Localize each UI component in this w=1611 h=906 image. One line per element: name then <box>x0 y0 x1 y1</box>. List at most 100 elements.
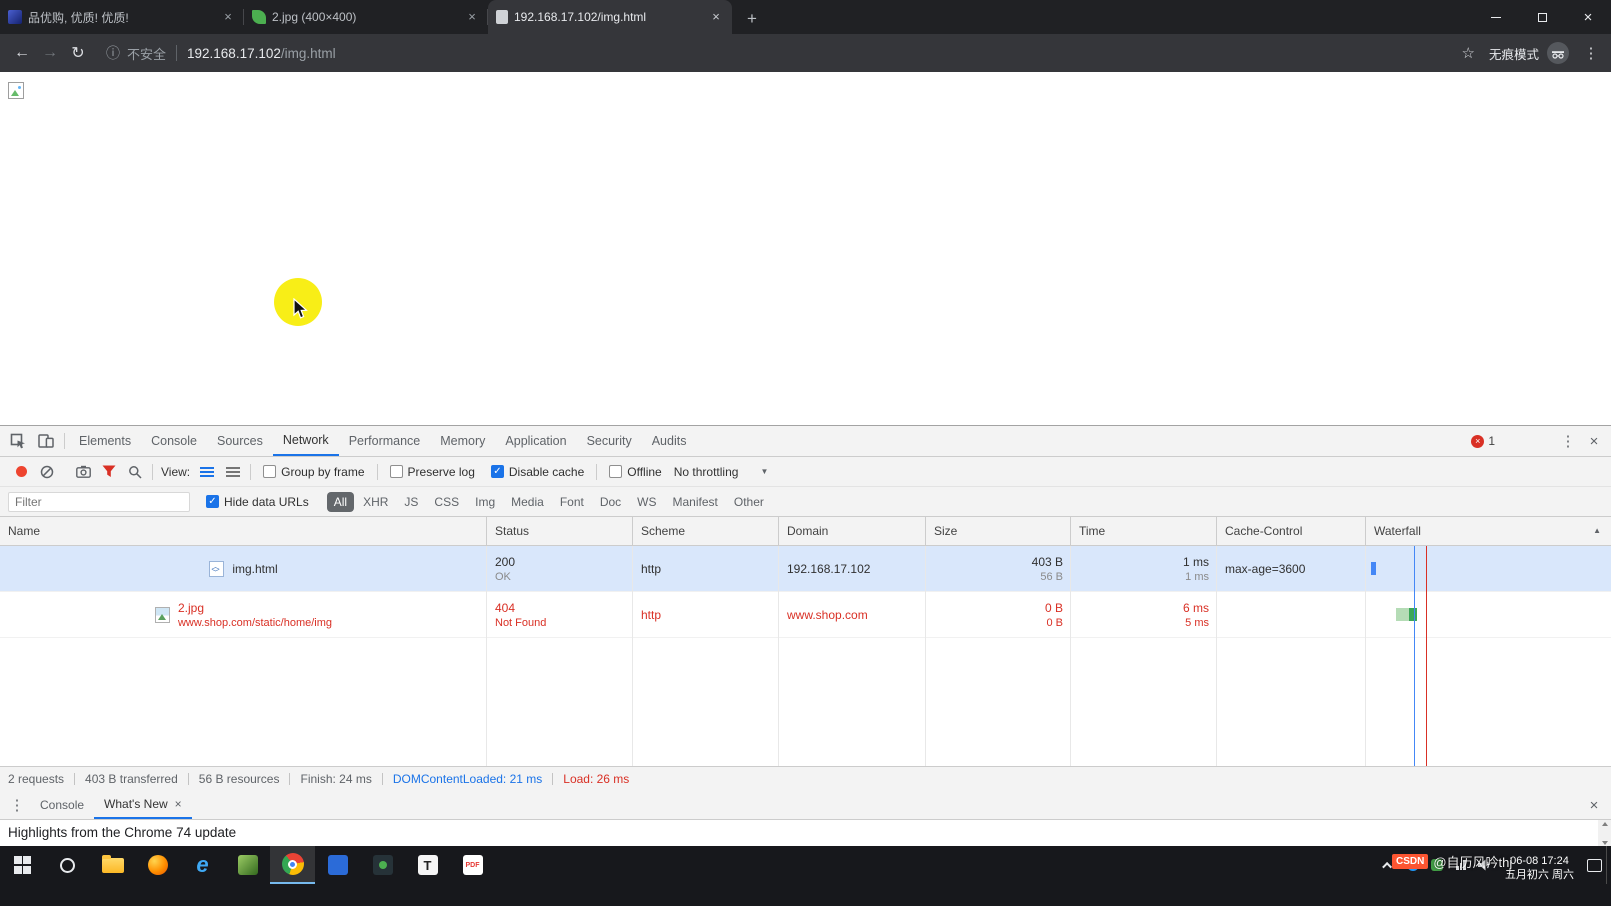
address-bar[interactable]: 192.168.17.102/img.html <box>187 46 336 61</box>
taskbar-chrome[interactable] <box>270 846 315 884</box>
tab-elements[interactable]: Elements <box>69 426 141 456</box>
back-button[interactable]: ← <box>8 39 36 67</box>
filter-pill-xhr[interactable]: XHR <box>356 492 395 512</box>
tab-console[interactable]: Console <box>141 426 207 456</box>
browser-toolbar: ← → ↻ ⓘ 不安全 192.168.17.102/img.html ☆ 无痕… <box>0 34 1611 72</box>
drawer-menu-button[interactable]: ⋮ <box>4 796 30 814</box>
checkbox-checked-icon: ✓ <box>206 495 219 508</box>
pdf-icon: PDF <box>463 855 483 875</box>
filter-pill-ws[interactable]: WS <box>630 492 663 512</box>
tab-sources[interactable]: Sources <box>207 426 273 456</box>
devtools-menu-button[interactable]: ⋮ <box>1555 432 1581 450</box>
checkbox-label: Disable cache <box>509 465 584 479</box>
taskbar-file-explorer[interactable] <box>90 846 135 884</box>
checkbox-label: Hide data URLs <box>224 495 309 509</box>
preserve-log-checkbox[interactable]: Preserve log <box>390 465 475 479</box>
browser-tab-pinyougou[interactable]: 品优购, 优质! 优质! × <box>0 0 244 34</box>
window-close-button[interactable]: × <box>1565 0 1611 34</box>
forward-button[interactable]: → <box>36 39 64 67</box>
search-button[interactable] <box>45 846 90 884</box>
taskbar-internet-explorer[interactable]: e <box>180 846 225 884</box>
window-minimize-button[interactable] <box>1473 0 1519 34</box>
browser-menu-button[interactable]: ⋮ <box>1579 44 1603 62</box>
taskbar-editor[interactable] <box>225 846 270 884</box>
column-header-name[interactable]: Name <box>0 517 487 545</box>
start-button[interactable] <box>0 846 45 884</box>
taskbar-typora[interactable]: T <box>405 846 450 884</box>
drawer-tab-console[interactable]: Console <box>30 791 94 819</box>
image-file-icon <box>155 607 170 623</box>
offline-checkbox[interactable]: Offline <box>609 465 661 479</box>
window-maximize-button[interactable] <box>1519 0 1565 34</box>
clear-button[interactable] <box>34 460 60 484</box>
disable-cache-checkbox[interactable]: ✓ Disable cache <box>491 465 584 479</box>
column-header-waterfall[interactable]: Waterfall ▲ <box>1366 517 1611 545</box>
column-header-size[interactable]: Size <box>926 517 1071 545</box>
hide-data-urls-checkbox[interactable]: ✓ Hide data URLs <box>206 495 309 509</box>
clock-time: 06-08 17:24 <box>1505 854 1574 868</box>
inspect-element-button[interactable] <box>4 428 32 454</box>
bookmark-star-button[interactable]: ☆ <box>1462 44 1475 62</box>
taskbar-firefox[interactable] <box>135 846 180 884</box>
filter-pill-doc[interactable]: Doc <box>593 492 628 512</box>
filter-toggle-button[interactable] <box>96 460 122 484</box>
search-button[interactable] <box>122 460 148 484</box>
tab-application[interactable]: Application <box>495 426 576 456</box>
browser-tab-imghtml-active[interactable]: 192.168.17.102/img.html × <box>488 0 732 34</box>
device-toolbar-button[interactable] <box>32 428 60 454</box>
column-header-domain[interactable]: Domain <box>779 517 926 545</box>
group-by-frame-checkbox[interactable]: Group by frame <box>263 465 364 479</box>
network-row-2jpg[interactable]: 2.jpg www.shop.com/static/home/img 404 N… <box>0 592 1611 638</box>
browser-tab-image[interactable]: 2.jpg (400×400) × <box>244 0 488 34</box>
record-button[interactable] <box>8 460 34 484</box>
column-header-time[interactable]: Time <box>1071 517 1217 545</box>
column-header-cache-control[interactable]: Cache-Control <box>1217 517 1366 545</box>
drawer-close-button[interactable]: × <box>1581 797 1607 814</box>
time-cell: 6 ms 5 ms <box>1071 592 1217 637</box>
view-overview-button[interactable] <box>220 460 246 484</box>
load-event-line <box>1426 546 1427 766</box>
taskbar-pdf-reader[interactable]: PDF <box>450 846 495 884</box>
clock-date: 五月初六 周六 <box>1505 868 1574 882</box>
column-separator <box>486 546 487 766</box>
column-header-status[interactable]: Status <box>487 517 633 545</box>
firefox-icon <box>148 855 168 875</box>
taskbar-office[interactable] <box>315 846 360 884</box>
taskbar-capture-tool[interactable] <box>360 846 405 884</box>
filter-pill-img[interactable]: Img <box>468 492 502 512</box>
column-header-scheme[interactable]: Scheme <box>633 517 779 545</box>
filter-pill-other[interactable]: Other <box>727 492 771 512</box>
devtools-close-button[interactable]: × <box>1581 433 1607 450</box>
tab-close-icon[interactable]: × <box>464 9 480 25</box>
view-large-rows-button[interactable] <box>194 460 220 484</box>
filter-pill-all[interactable]: All <box>327 492 354 512</box>
tab-close-icon[interactable]: × <box>220 9 236 25</box>
tab-memory[interactable]: Memory <box>430 426 495 456</box>
filter-pill-media[interactable]: Media <box>504 492 551 512</box>
filter-pill-css[interactable]: CSS <box>427 492 466 512</box>
tab-security[interactable]: Security <box>577 426 642 456</box>
site-security-chip[interactable]: ⓘ 不安全 <box>106 43 166 63</box>
filter-input[interactable] <box>8 492 190 512</box>
tab-performance[interactable]: Performance <box>339 426 431 456</box>
show-desktop-button[interactable] <box>1606 846 1611 884</box>
scrollbar[interactable] <box>1598 820 1611 846</box>
error-count-badge[interactable]: × 1 <box>1471 434 1495 448</box>
scroll-up-icon[interactable] <box>1602 822 1608 826</box>
tab-network[interactable]: Network <box>273 426 339 456</box>
network-row-imghtml[interactable]: img.html 200 OK http 192.168.17.102 403 … <box>0 546 1611 592</box>
tab-close-icon[interactable]: × <box>708 9 724 25</box>
tab-audits[interactable]: Audits <box>642 426 697 456</box>
screenshot-capture-button[interactable] <box>70 460 96 484</box>
checkbox-icon <box>263 465 276 478</box>
action-center-button[interactable] <box>1582 846 1606 884</box>
filter-pill-js[interactable]: JS <box>397 492 425 512</box>
throttling-select[interactable]: No throttling ▼ <box>674 465 769 479</box>
new-tab-button[interactable]: + <box>738 5 766 33</box>
tab-close-icon[interactable]: × <box>175 791 182 817</box>
scroll-down-icon[interactable] <box>1602 841 1608 845</box>
drawer-tab-whats-new[interactable]: What's New × <box>94 791 192 819</box>
reload-button[interactable]: ↻ <box>64 39 92 67</box>
filter-pill-font[interactable]: Font <box>553 492 591 512</box>
filter-pill-manifest[interactable]: Manifest <box>666 492 725 512</box>
